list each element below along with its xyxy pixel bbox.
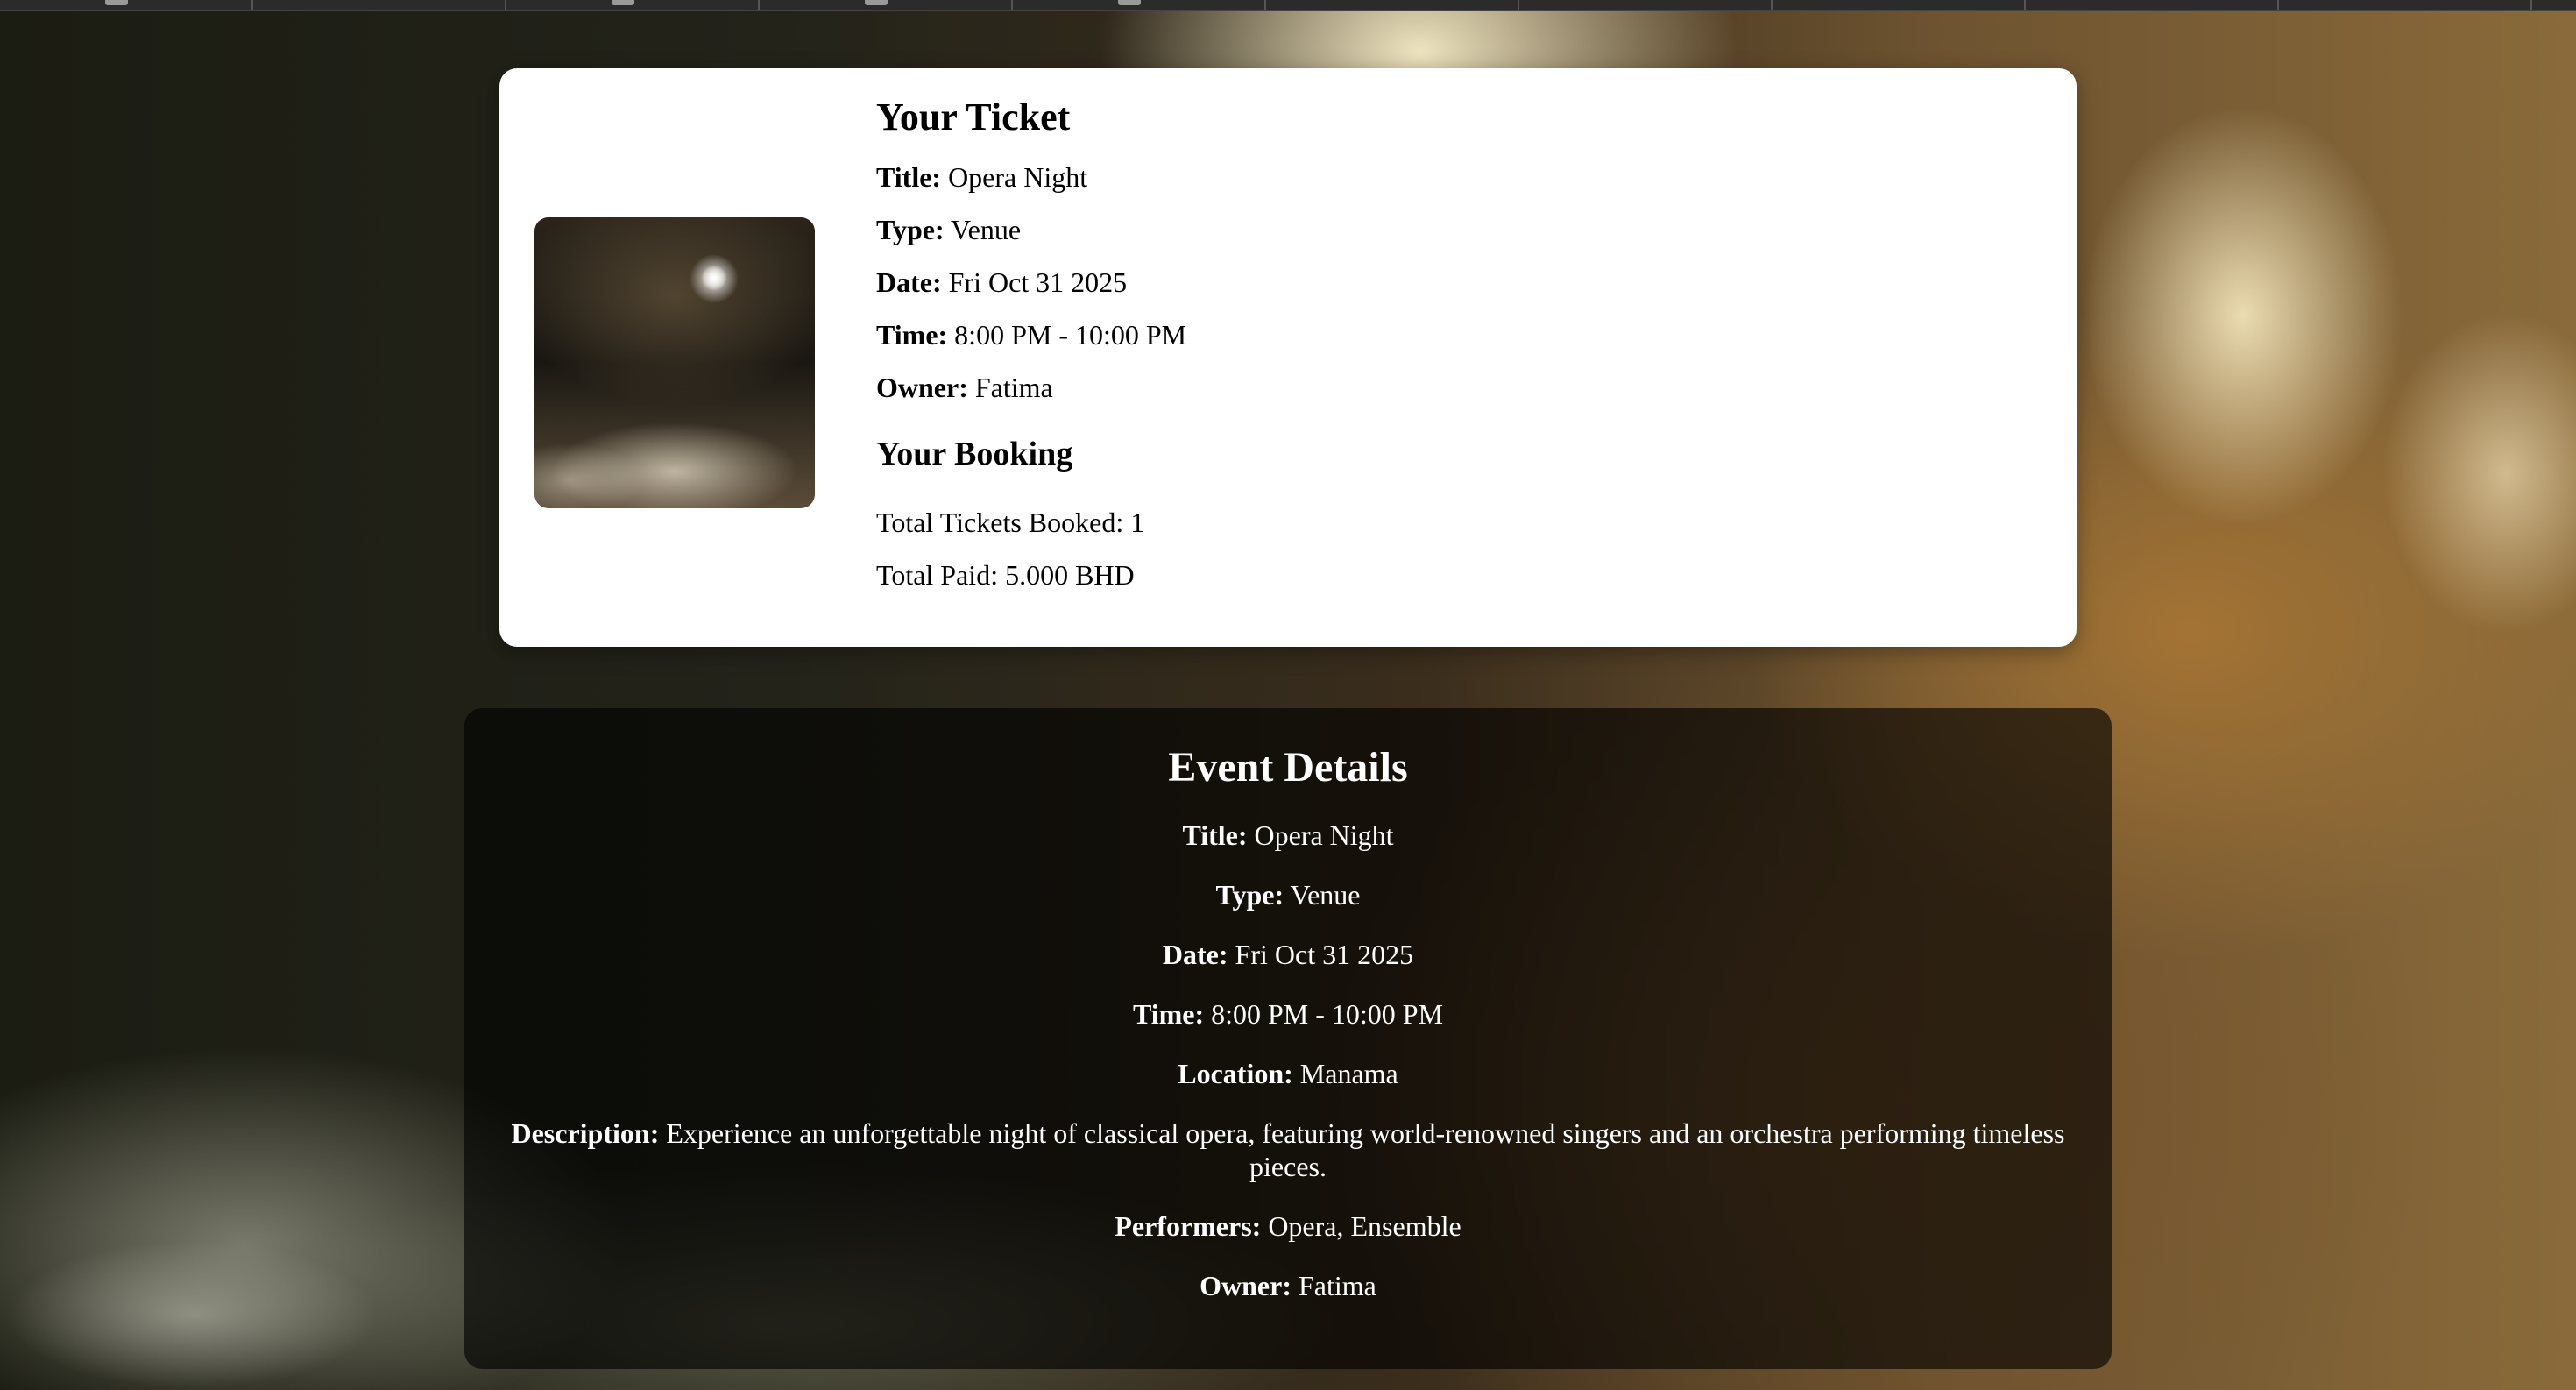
event-owner-row: Owner: Fatima (464, 1269, 2112, 1302)
field-label: Time: (876, 319, 948, 351)
field-label: Title: (1182, 819, 1248, 851)
ticket-heading: Your Ticket (876, 96, 1071, 138)
field-value: Experience an unforgettable night of cla… (666, 1117, 2065, 1182)
event-details-heading: Event Details (1168, 744, 1408, 791)
browser-tab[interactable] (506, 0, 760, 10)
browser-tab[interactable] (760, 0, 1013, 10)
browser-tab[interactable] (253, 0, 506, 10)
ticket-card: Your Ticket Title: Opera Night Type: Ven… (499, 68, 2077, 647)
event-time-row: Time: 8:00 PM - 10:00 PM (464, 997, 2112, 1031)
field-label: Time: (1132, 998, 1205, 1030)
field-label: Type: (1215, 879, 1284, 911)
event-type-row: Type: Venue (464, 878, 2112, 911)
tab-favicon-icon (105, 0, 128, 5)
browser-tab[interactable] (1519, 0, 1773, 10)
firework-highlight (701, 265, 727, 291)
field-label: Title: (876, 161, 942, 193)
field-value: Opera Night (948, 161, 1088, 193)
field-value: 8:00 PM - 10:00 PM (1211, 998, 1444, 1030)
field-value: Opera, Ensemble (1268, 1210, 1461, 1242)
event-date-row: Date: Fri Oct 31 2025 (464, 938, 2112, 971)
field-value: Opera Night (1254, 819, 1394, 851)
field-label: Owner: (876, 372, 968, 403)
field-label: Location: (1178, 1058, 1293, 1089)
event-description-row: Description: Experience an unforgettable… (464, 1117, 2112, 1183)
field-label: Description: (511, 1117, 660, 1149)
event-details-panel: Event Details Title: Opera Night Type: V… (464, 708, 2112, 1369)
booking-heading: Your Booking (876, 436, 1073, 472)
tab-favicon-icon (1118, 0, 1141, 5)
ticket-title-row: Title: Opera Night (876, 161, 2015, 193)
ticket-info: Your Ticket Title: Opera Night Type: Ven… (876, 91, 2015, 591)
browser-tab[interactable] (0, 0, 253, 10)
ticket-date-row: Date: Fri Oct 31 2025 (876, 266, 2015, 298)
ticket-type-row: Type: Venue (876, 214, 2015, 245)
browser-tab[interactable] (2026, 0, 2279, 10)
browser-tab-strip (0, 0, 2576, 11)
field-value: 8:00 PM - 10:00 PM (954, 319, 1187, 351)
event-location-row: Location: Manama (464, 1057, 2112, 1090)
browser-tab[interactable] (1013, 0, 1266, 10)
field-value: Venue (951, 214, 1022, 245)
field-value: Venue (1290, 879, 1361, 911)
total-paid: Total Paid: 5.000 BHD (876, 559, 1135, 591)
tab-favicon-icon (865, 0, 888, 5)
field-label: Date: (1162, 939, 1228, 970)
field-label: Type: (876, 214, 945, 245)
tab-favicon-icon (612, 0, 634, 5)
field-label: Owner: (1200, 1270, 1292, 1301)
total-tickets-booked: Total Tickets Booked: 1 (876, 507, 1145, 538)
browser-tab[interactable] (1266, 0, 1519, 10)
event-thumbnail-image (534, 217, 815, 508)
field-value: Fatima (1298, 1270, 1376, 1301)
event-title-row: Title: Opera Night (464, 819, 2112, 852)
field-value: Manama (1299, 1058, 1398, 1089)
field-value: Fatima (974, 372, 1053, 403)
field-label: Date: (876, 266, 942, 298)
ticket-time-row: Time: 8:00 PM - 10:00 PM (876, 319, 2015, 351)
field-value: Fri Oct 31 2025 (948, 266, 1128, 298)
field-value: Fri Oct 31 2025 (1235, 939, 1414, 970)
field-label: Performers: (1115, 1210, 1262, 1242)
ticket-owner-row: Owner: Fatima (876, 372, 2015, 403)
event-performers-row: Performers: Opera, Ensemble (464, 1209, 2112, 1243)
browser-tab[interactable] (1773, 0, 2026, 10)
browser-tab[interactable] (2279, 0, 2532, 10)
